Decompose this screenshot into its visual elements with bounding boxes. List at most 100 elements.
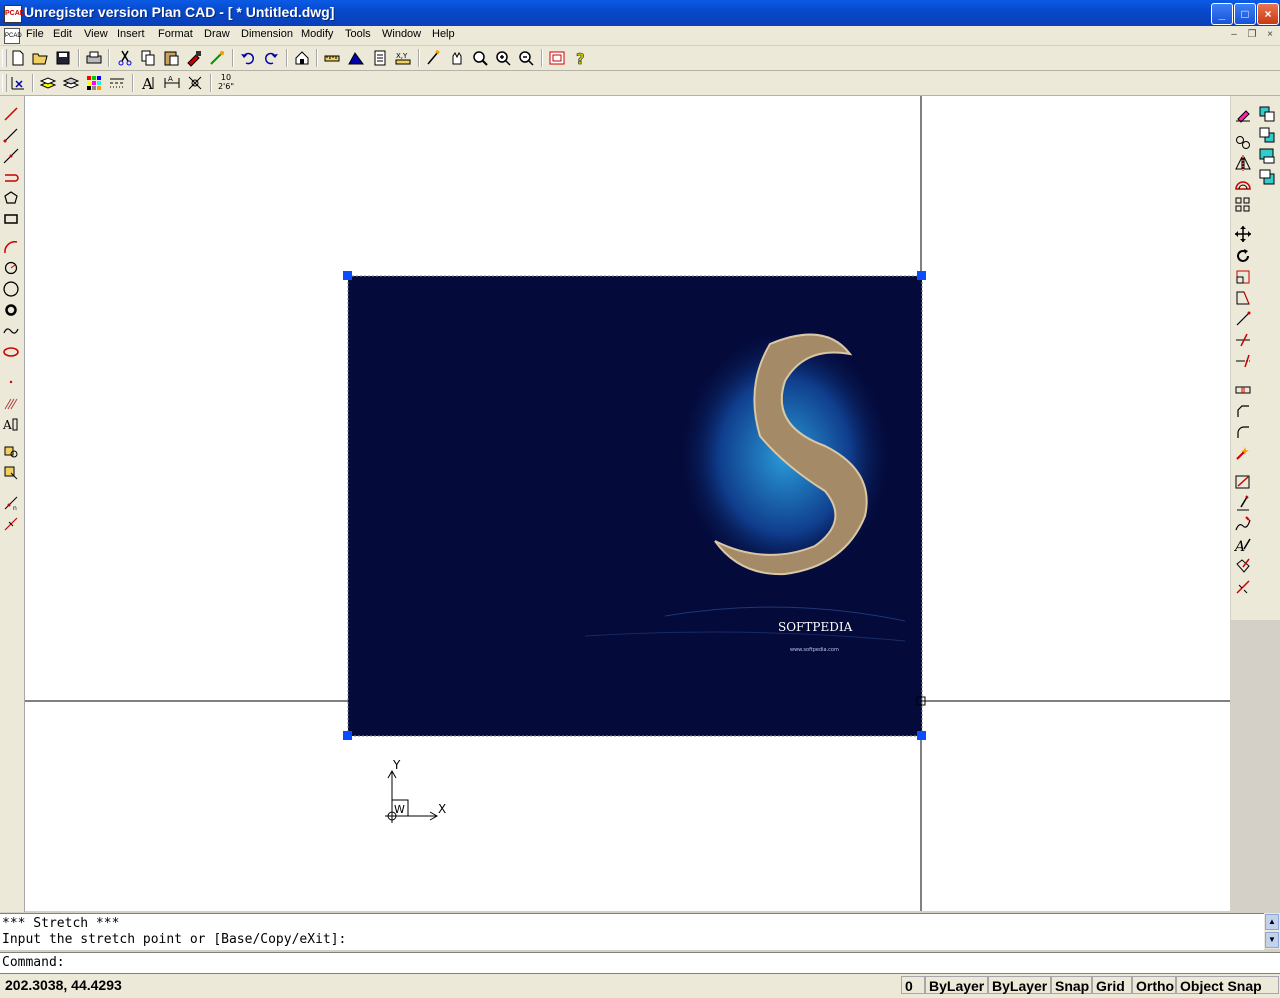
redo-icon[interactable] <box>261 48 281 68</box>
extend-icon[interactable] <box>1233 351 1253 371</box>
copy-object-icon[interactable] <box>1233 132 1253 152</box>
units-button[interactable]: 10 2'6" <box>216 73 236 93</box>
cut-icon[interactable] <box>115 48 135 68</box>
explode-icon[interactable] <box>1233 443 1253 463</box>
redraw-icon[interactable] <box>424 48 444 68</box>
command-history-scrollbar[interactable]: ▲ ▼ <box>1264 913 1280 949</box>
status-layer[interactable]: 0 <box>901 976 925 994</box>
layout-icon[interactable] <box>547 48 567 68</box>
spline-icon[interactable] <box>1 321 21 341</box>
rotate-icon[interactable] <box>1233 246 1253 266</box>
scroll-up-icon[interactable]: ▲ <box>1265 914 1279 930</box>
menu-file[interactable]: File <box>26 28 44 40</box>
menu-tools[interactable]: Tools <box>345 28 371 40</box>
pan-icon[interactable] <box>447 48 467 68</box>
menu-dimension[interactable]: Dimension <box>241 28 293 40</box>
list-icon[interactable] <box>370 48 390 68</box>
hatch-icon[interactable] <box>1 393 21 413</box>
command-input[interactable] <box>80 955 1260 971</box>
maximize-button[interactable]: □ <box>1234 3 1256 25</box>
status-linetype[interactable]: ByLayer <box>988 976 1051 994</box>
array-icon[interactable] <box>1233 195 1253 215</box>
send-under-icon[interactable] <box>1257 167 1277 187</box>
toolbar-grip[interactable] <box>2 49 7 67</box>
mirror-icon[interactable] <box>1233 153 1253 173</box>
status-grid[interactable]: Grid <box>1092 976 1132 994</box>
area-icon[interactable] <box>346 48 366 68</box>
new-file-icon[interactable] <box>8 48 28 68</box>
stretch-icon[interactable] <box>1233 288 1253 308</box>
text-style-icon[interactable]: A <box>139 73 159 93</box>
menu-modify[interactable]: Modify <box>301 28 333 40</box>
fillet-icon[interactable] <box>1233 422 1253 442</box>
edit-hatch-icon[interactable] <box>1233 514 1253 534</box>
menu-edit[interactable]: Edit <box>53 28 72 40</box>
status-snap[interactable]: Snap <box>1051 976 1092 994</box>
offset-icon[interactable] <box>1233 174 1253 194</box>
menu-window[interactable]: Window <box>382 28 421 40</box>
trim-icon[interactable] <box>1233 330 1253 350</box>
construction-line-icon[interactable] <box>1 146 21 166</box>
edit-polyline-icon[interactable] <box>1233 472 1253 492</box>
grip-bottom-left[interactable] <box>343 731 352 740</box>
color-icon[interactable] <box>84 73 104 93</box>
line-icon[interactable] <box>1 104 21 124</box>
send-to-back-icon[interactable] <box>1257 125 1277 145</box>
lengthen-icon[interactable] <box>1233 309 1253 329</box>
insert-block-icon[interactable] <box>292 48 312 68</box>
document-icon[interactable]: PCAD <box>4 28 22 44</box>
ray-icon[interactable] <box>1 125 21 145</box>
polygon-icon[interactable] <box>1 188 21 208</box>
undo-icon[interactable] <box>238 48 258 68</box>
donut-icon[interactable] <box>1 300 21 320</box>
ucs-icon[interactable] <box>8 73 28 93</box>
scroll-down-icon[interactable]: ▼ <box>1265 932 1279 948</box>
ellipse-icon[interactable] <box>1 342 21 362</box>
grip-bottom-right[interactable] <box>917 731 926 740</box>
grip-top-right[interactable] <box>917 271 926 280</box>
print-icon[interactable] <box>84 48 104 68</box>
zoom-realtime-icon[interactable] <box>470 48 490 68</box>
properties-icon[interactable] <box>207 48 227 68</box>
bring-above-icon[interactable] <box>1257 146 1277 166</box>
scale-icon[interactable] <box>1233 267 1253 287</box>
drawing-canvas[interactable]: SOFTPEDIA www.softpedia.com Y X W <box>25 96 1230 911</box>
edit-attribute-icon[interactable] <box>1233 556 1253 576</box>
arc-icon[interactable] <box>1 237 21 257</box>
menu-format[interactable]: Format <box>158 28 193 40</box>
edit-text-icon[interactable]: A <box>1233 535 1253 555</box>
locate-point-icon[interactable]: X,Y <box>393 48 413 68</box>
zoom-previous-icon[interactable] <box>516 48 536 68</box>
toolbar-grip[interactable] <box>2 74 7 92</box>
dimension-style-icon[interactable]: A <box>162 73 182 93</box>
dimension-line-icon[interactable]: n <box>1 493 21 513</box>
status-ortho[interactable]: Ortho <box>1132 976 1176 994</box>
doc-minimize-button[interactable]: – <box>1227 29 1241 41</box>
leader-icon[interactable] <box>1 514 21 534</box>
chamfer-icon[interactable] <box>1233 401 1253 421</box>
circle-icon[interactable] <box>1 258 21 278</box>
linetype-icon[interactable] <box>107 73 127 93</box>
point-icon[interactable] <box>1 372 21 392</box>
distance-icon[interactable] <box>322 48 342 68</box>
rectangle-icon[interactable] <box>1 209 21 229</box>
menu-view[interactable]: View <box>84 28 108 40</box>
open-folder-icon[interactable] <box>30 48 50 68</box>
erase-icon[interactable] <box>1233 104 1253 124</box>
menu-draw[interactable]: Draw <box>204 28 230 40</box>
layer-previous-icon[interactable] <box>61 73 81 93</box>
break-icon[interactable] <box>1233 380 1253 400</box>
close-button[interactable]: × <box>1257 3 1279 25</box>
multiline-text-icon[interactable]: A <box>1 414 21 434</box>
save-icon[interactable] <box>53 48 73 68</box>
status-color[interactable]: ByLayer <box>925 976 988 994</box>
copy-icon[interactable] <box>138 48 158 68</box>
revision-cloud-icon[interactable] <box>1 279 21 299</box>
paste-icon[interactable] <box>161 48 181 68</box>
move-icon[interactable] <box>1233 224 1253 244</box>
doc-close-button[interactable]: × <box>1263 29 1277 41</box>
menu-insert[interactable]: Insert <box>117 28 145 40</box>
break-at-point-icon[interactable] <box>1233 577 1253 597</box>
zoom-window-icon[interactable] <box>493 48 513 68</box>
layer-manager-icon[interactable] <box>38 73 58 93</box>
